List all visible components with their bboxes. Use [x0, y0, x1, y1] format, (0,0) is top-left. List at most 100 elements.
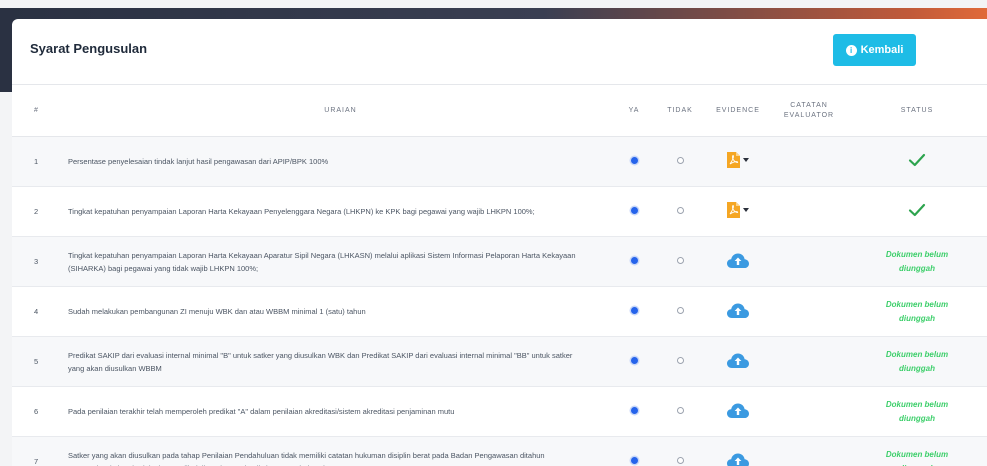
evidence-cell	[705, 236, 771, 287]
row-number: 2	[12, 186, 68, 237]
col-header-catatan: CATATAN EVALUATOR	[771, 84, 847, 137]
catatan-cell	[771, 436, 847, 466]
table-row: 7 Satker yang akan diusulkan pada tahap …	[12, 436, 987, 466]
table-row: 3 Tingkat kepatuhan penyampaian Laporan …	[12, 236, 987, 287]
tidak-radio[interactable]	[676, 207, 684, 214]
cloud-upload-icon[interactable]	[726, 401, 750, 419]
cloud-upload-icon[interactable]	[726, 451, 750, 466]
cloud-upload-icon[interactable]	[726, 301, 750, 319]
row-description: Sudah melakukan pembangunan ZI menuju WB…	[68, 286, 613, 337]
tidak-cell	[655, 186, 705, 237]
tidak-cell	[655, 386, 705, 437]
ya-cell	[613, 436, 655, 466]
ya-radio[interactable]	[630, 357, 638, 364]
status-text: Dokumen belum diunggah	[885, 449, 949, 466]
status-text: Dokumen belum diunggah	[885, 299, 949, 323]
ya-radio[interactable]	[630, 257, 638, 264]
row-description: Tingkat kepatuhan penyampaian Laporan Ha…	[68, 236, 613, 287]
table-row: 5 Predikat SAKIP dari evaluasi internal …	[12, 336, 987, 387]
ya-radio[interactable]	[630, 207, 638, 214]
info-icon: i	[845, 44, 857, 56]
col-header-evidence: EVIDENCE	[705, 84, 771, 137]
chevron-down-icon	[743, 207, 749, 212]
requirements-card: Syarat Pengusulan i Kembali # URAIAN YA …	[12, 19, 987, 466]
col-header-ya: YA	[613, 84, 655, 137]
evidence-pdf-dropdown[interactable]	[727, 151, 749, 168]
col-header-uraian: URAIAN	[68, 84, 613, 137]
ya-cell	[613, 236, 655, 287]
catatan-cell	[771, 186, 847, 237]
table-row: 2 Tingkat kepatuhan penyampaian Laporan …	[12, 186, 987, 237]
evidence-cell	[705, 186, 771, 237]
row-number: 3	[12, 236, 68, 287]
ya-radio[interactable]	[630, 307, 638, 314]
status-cell: Dokumen belum diunggah	[847, 236, 987, 287]
catatan-cell	[771, 386, 847, 437]
tidak-radio[interactable]	[676, 157, 684, 164]
col-header-num: #	[12, 84, 68, 137]
status-cell: Dokumen belum diunggah	[847, 286, 987, 337]
status-text: Dokumen belum diunggah	[885, 399, 949, 423]
ya-cell	[613, 136, 655, 187]
status-cell: Dokumen belum diunggah	[847, 386, 987, 437]
check-icon	[908, 203, 926, 216]
row-number: 1	[12, 136, 68, 187]
catatan-cell	[771, 286, 847, 337]
page-title: Syarat Pengusulan	[30, 41, 148, 56]
status-text: Dokumen belum diunggah	[885, 249, 949, 273]
ya-radio[interactable]	[630, 157, 638, 164]
table-row: 4 Sudah melakukan pembangunan ZI menuju …	[12, 286, 987, 337]
evidence-cell	[705, 286, 771, 337]
tidak-radio[interactable]	[676, 407, 684, 414]
col-header-tidak: TIDAK	[655, 84, 705, 137]
row-description: Satker yang akan diusulkan pada tahap Pe…	[68, 436, 613, 466]
ya-cell	[613, 336, 655, 387]
back-button[interactable]: i Kembali	[833, 34, 916, 66]
row-number: 6	[12, 386, 68, 437]
cloud-upload-icon[interactable]	[726, 251, 750, 269]
chevron-down-icon	[743, 157, 749, 162]
card-header: Syarat Pengusulan i Kembali	[12, 19, 987, 84]
row-description: Tingkat kepatuhan penyampaian Laporan Ha…	[68, 186, 613, 237]
cloud-upload-icon[interactable]	[726, 351, 750, 369]
status-cell: Dokumen belum diunggah	[847, 336, 987, 387]
col-header-status: STATUS	[847, 84, 987, 137]
tidak-cell	[655, 136, 705, 187]
tidak-cell	[655, 236, 705, 287]
catatan-cell	[771, 136, 847, 187]
ya-radio[interactable]	[630, 407, 638, 414]
tidak-radio[interactable]	[676, 307, 684, 314]
status-text: Dokumen belum diunggah	[885, 349, 949, 373]
ya-cell	[613, 386, 655, 437]
evidence-pdf-dropdown[interactable]	[727, 201, 749, 218]
evidence-cell	[705, 136, 771, 187]
tidak-cell	[655, 336, 705, 387]
requirements-table: # URAIAN YA TIDAK EVIDENCE CATATAN EVALU…	[12, 84, 987, 466]
evidence-cell	[705, 386, 771, 437]
tidak-cell	[655, 436, 705, 466]
row-number: 7	[12, 436, 68, 466]
row-description: Persentase penyelesaian tindak lanjut ha…	[68, 136, 613, 187]
catatan-cell	[771, 236, 847, 287]
tidak-radio[interactable]	[676, 457, 684, 464]
check-icon	[908, 153, 926, 166]
tidak-radio[interactable]	[676, 257, 684, 264]
ya-radio[interactable]	[630, 457, 638, 464]
row-description: Pada penilaian terakhir telah memperoleh…	[68, 386, 613, 437]
table-header-row: # URAIAN YA TIDAK EVIDENCE CATATAN EVALU…	[12, 84, 987, 137]
evidence-cell	[705, 336, 771, 387]
pdf-icon	[727, 151, 740, 168]
table-row: 6 Pada penilaian terakhir telah memperol…	[12, 386, 987, 437]
table-row: 1 Persentase penyelesaian tindak lanjut …	[12, 136, 987, 187]
row-number: 5	[12, 336, 68, 387]
pdf-icon	[727, 201, 740, 218]
tidak-cell	[655, 286, 705, 337]
ya-cell	[613, 186, 655, 237]
row-description: Predikat SAKIP dari evaluasi internal mi…	[68, 336, 613, 387]
ya-cell	[613, 286, 655, 337]
status-cell: Dokumen belum diunggah	[847, 436, 987, 466]
evidence-cell	[705, 436, 771, 466]
catatan-cell	[771, 336, 847, 387]
tidak-radio[interactable]	[676, 357, 684, 364]
row-number: 4	[12, 286, 68, 337]
